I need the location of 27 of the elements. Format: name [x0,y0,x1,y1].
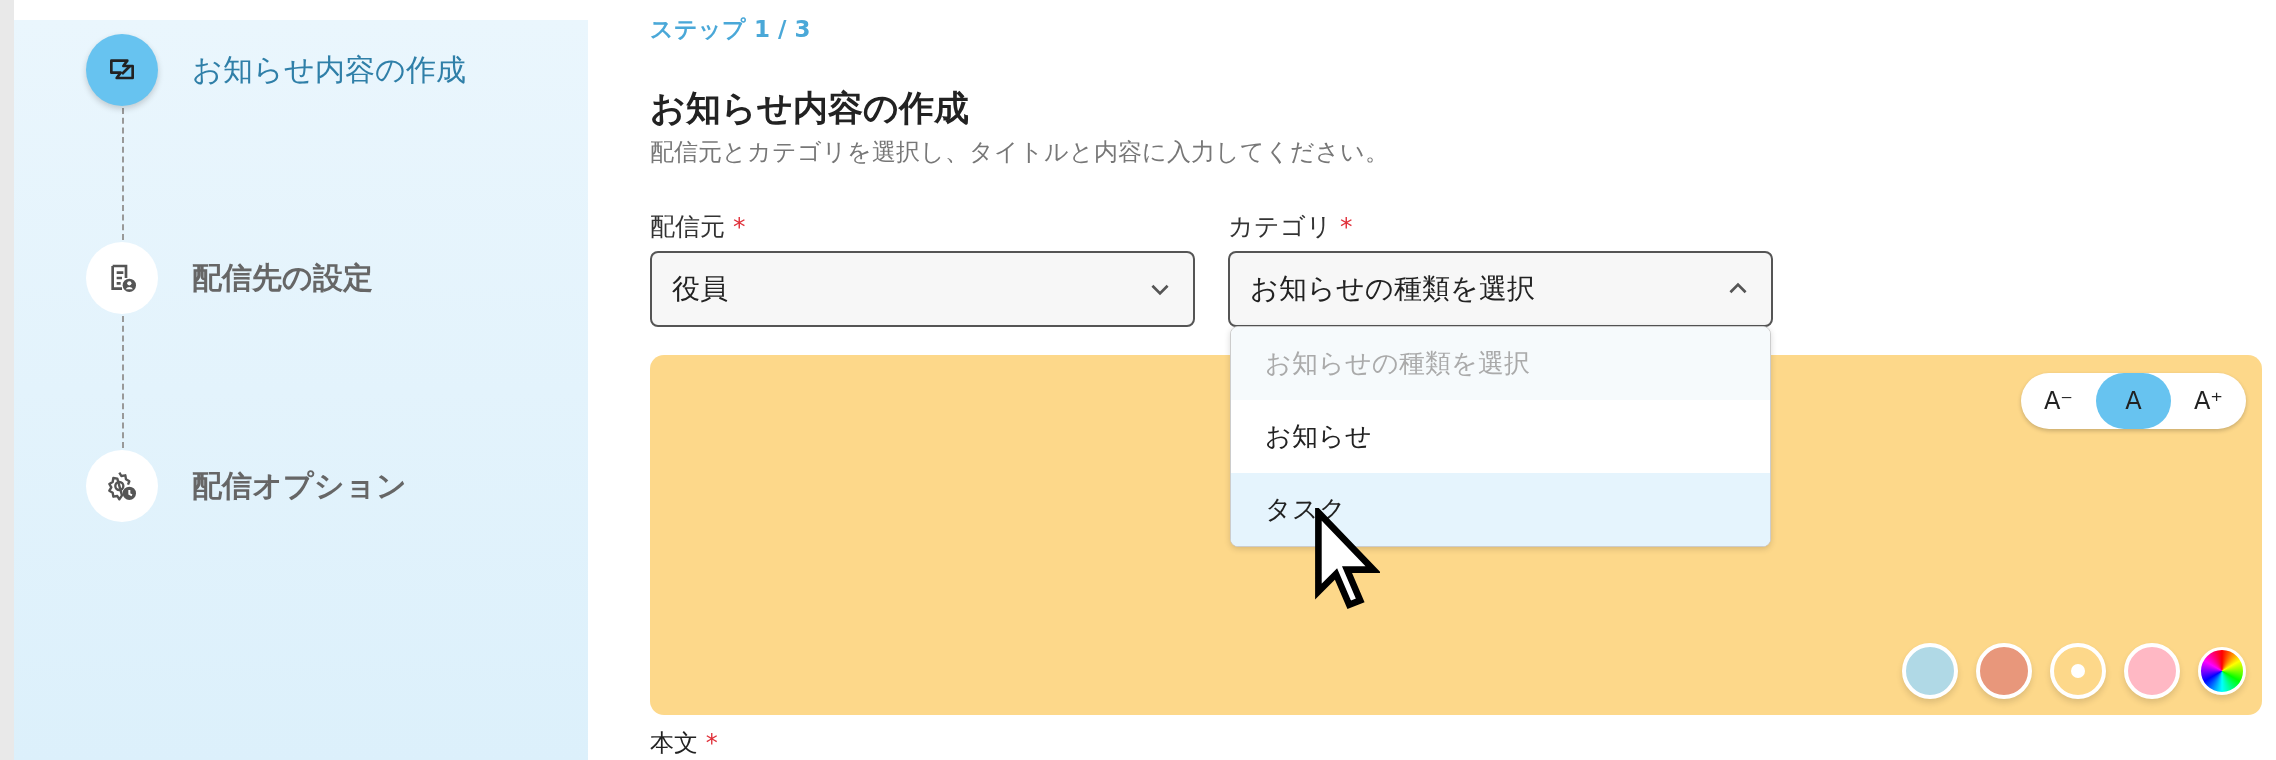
color-swatch[interactable] [2050,643,2106,699]
color-swatch[interactable] [1976,643,2032,699]
field-label: 本文 * [650,728,719,759]
color-swatch[interactable] [2124,643,2180,699]
page-heading: お知らせ内容の作成 [650,87,970,130]
font-size-button[interactable]: A⁺ [2171,373,2246,429]
field-label: カテゴリ * [1228,211,1354,243]
select-value: お知らせの種類を選択 [1250,271,1535,307]
select-field[interactable]: お知らせの種類を選択 [1228,251,1773,327]
required-mark: * [732,212,746,241]
color-swatch[interactable] [1902,643,1958,699]
select-value: 役員 [672,271,728,307]
font-size-button[interactable]: A⁻ [2021,373,2096,429]
page-subtitle: 配信元とカテゴリを選択し、タイトルと内容に入力してください。 [650,137,1390,168]
field-label: 配信元 * [650,211,747,243]
select-field[interactable]: 役員 [650,251,1195,327]
step-circle[interactable] [86,34,158,106]
gear-clock-icon [106,470,138,502]
step-indicator: ステップ 1 / 3 [650,15,812,44]
required-mark: * [705,729,718,757]
step-label[interactable]: 配信オプション [192,465,407,507]
font-size-button[interactable]: A [2096,373,2171,429]
step-label[interactable]: お知らせ内容の作成 [192,49,466,91]
step-label[interactable]: 配信先の設定 [192,257,373,299]
required-mark: * [1339,212,1353,241]
color-wheel-button[interactable] [2198,647,2246,695]
menu-option[interactable]: お知らせ [1231,400,1770,473]
